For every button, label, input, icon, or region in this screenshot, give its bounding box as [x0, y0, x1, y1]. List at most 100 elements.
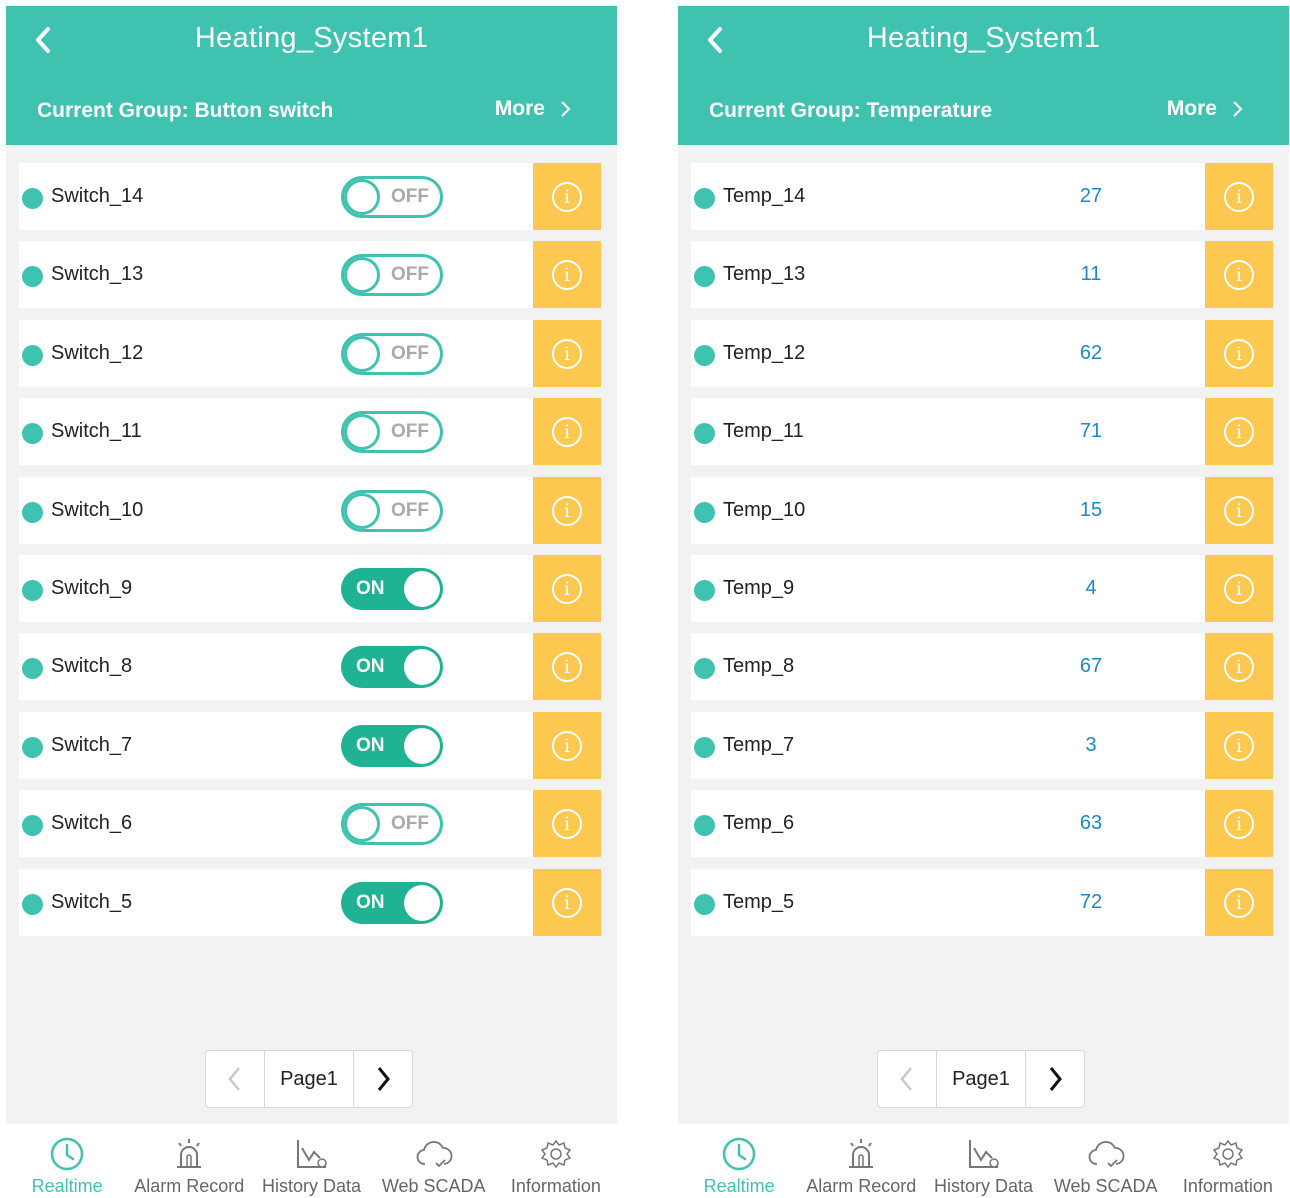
switch-toggle[interactable]: OFF	[341, 490, 443, 532]
temperature-value: 15	[1079, 499, 1103, 521]
info-button[interactable]: i	[1205, 477, 1273, 544]
prev-page-button[interactable]	[206, 1051, 264, 1107]
info-button[interactable]: i	[1205, 712, 1273, 779]
info-icon: i	[1224, 730, 1254, 761]
temperature-row: Temp_13 11 i	[691, 241, 1273, 308]
tag-name: Temp_5	[723, 891, 795, 913]
switch-row: Switch_5 ON i	[19, 869, 601, 936]
toggle-state: OFF	[391, 186, 429, 207]
tag-name: Temp_9	[723, 577, 795, 599]
temperature-row: Temp_11 71 i	[691, 398, 1273, 465]
info-button[interactable]: i	[1205, 869, 1273, 936]
temperature-value: 63	[1079, 812, 1103, 834]
tab-realtime[interactable]: Realtime	[678, 1124, 800, 1198]
info-button[interactable]: i	[533, 477, 601, 544]
prev-page-button[interactable]	[878, 1051, 936, 1107]
info-button[interactable]: i	[1205, 163, 1273, 230]
info-button[interactable]: i	[533, 555, 601, 622]
switch-toggle[interactable]: ON	[341, 725, 443, 767]
info-button[interactable]: i	[533, 163, 601, 230]
info-button[interactable]: i	[1205, 320, 1273, 387]
status-dot	[22, 423, 43, 444]
tab-history-data[interactable]: History Data	[922, 1124, 1044, 1198]
temperature-value: 67	[1079, 655, 1103, 677]
toggle-knob	[404, 885, 440, 921]
status-dot	[22, 188, 43, 209]
next-page-button[interactable]	[1026, 1051, 1084, 1107]
tab-web-scada[interactable]: Web SCADA	[1045, 1124, 1167, 1198]
info-button[interactable]: i	[533, 398, 601, 465]
alarm-siren-icon	[843, 1136, 879, 1177]
switch-toggle[interactable]: ON	[341, 568, 443, 610]
toggle-knob	[344, 336, 380, 372]
tag-name: Temp_12	[723, 342, 806, 364]
tag-name: Switch_7	[51, 734, 133, 756]
info-icon: i	[552, 651, 582, 682]
tag-name: Switch_8	[51, 655, 133, 677]
info-button[interactable]: i	[533, 633, 601, 700]
pagination: Page1	[205, 1050, 413, 1108]
tab-information[interactable]: Information	[1167, 1124, 1289, 1198]
current-group-label: Current Group: Temperature	[709, 99, 993, 122]
history-chart-icon	[966, 1136, 1002, 1177]
pagination: Page1	[877, 1050, 1085, 1108]
tab-history-data[interactable]: History Data	[250, 1124, 372, 1198]
switch-toggle[interactable]: ON	[341, 646, 443, 688]
info-icon: i	[552, 887, 582, 918]
toggle-state: ON	[356, 578, 385, 599]
tag-name: Switch_6	[51, 812, 133, 834]
chevron-left-icon	[900, 1067, 912, 1091]
more-button[interactable]: More	[495, 97, 571, 121]
switch-toggle[interactable]: OFF	[341, 333, 443, 375]
info-button[interactable]: i	[1205, 398, 1273, 465]
temperature-panel: Heating_System1 Current Group: Temperatu…	[678, 6, 1289, 1198]
clock-icon	[721, 1136, 757, 1177]
info-button[interactable]: i	[1205, 241, 1273, 308]
info-icon: i	[552, 416, 582, 447]
next-page-button[interactable]	[354, 1051, 412, 1107]
chevron-right-icon	[377, 1067, 390, 1091]
info-button[interactable]: i	[1205, 790, 1273, 857]
tab-alarm-record[interactable]: Alarm Record	[800, 1124, 922, 1198]
switch-row: Switch_7 ON i	[19, 712, 601, 779]
info-button[interactable]: i	[1205, 555, 1273, 622]
info-button[interactable]: i	[533, 790, 601, 857]
more-button[interactable]: More	[1167, 97, 1243, 121]
cloud-icon	[414, 1136, 454, 1177]
switch-toggle[interactable]: OFF	[341, 411, 443, 453]
info-button[interactable]: i	[533, 241, 601, 308]
toggle-state: OFF	[391, 264, 429, 285]
tab-label: History Data	[933, 1176, 1034, 1196]
toggle-knob	[404, 649, 440, 685]
info-button[interactable]: i	[533, 869, 601, 936]
tab-label: History Data	[261, 1176, 362, 1196]
status-dot	[694, 658, 715, 679]
switch-row: Switch_12 OFF i	[19, 320, 601, 387]
temperature-row: Temp_12 62 i	[691, 320, 1273, 387]
info-button[interactable]: i	[533, 320, 601, 387]
status-dot	[694, 502, 715, 523]
gear-icon	[538, 1136, 574, 1177]
switch-toggle[interactable]: OFF	[341, 254, 443, 296]
switch-toggle[interactable]: OFF	[341, 803, 443, 845]
info-icon: i	[1224, 495, 1254, 526]
tag-name: Temp_7	[723, 734, 795, 756]
toggle-knob	[344, 179, 380, 215]
info-button[interactable]: i	[1205, 633, 1273, 700]
tab-alarm-record[interactable]: Alarm Record	[128, 1124, 250, 1198]
tab-information[interactable]: Information	[495, 1124, 617, 1198]
tab-label: Information	[510, 1176, 601, 1196]
switch-toggle[interactable]: OFF	[341, 176, 443, 218]
info-icon: i	[1224, 808, 1254, 839]
tab-realtime[interactable]: Realtime	[6, 1124, 128, 1198]
switch-row: Switch_11 OFF i	[19, 398, 601, 465]
switch-toggle[interactable]: ON	[341, 882, 443, 924]
info-button[interactable]: i	[533, 712, 601, 779]
temperature-row: Temp_7 3 i	[691, 712, 1273, 779]
info-icon: i	[1224, 181, 1254, 212]
status-dot	[22, 580, 43, 601]
tab-web-scada[interactable]: Web SCADA	[373, 1124, 495, 1198]
tag-name: Switch_9	[51, 577, 133, 599]
info-icon: i	[552, 573, 582, 604]
status-dot	[22, 737, 43, 758]
